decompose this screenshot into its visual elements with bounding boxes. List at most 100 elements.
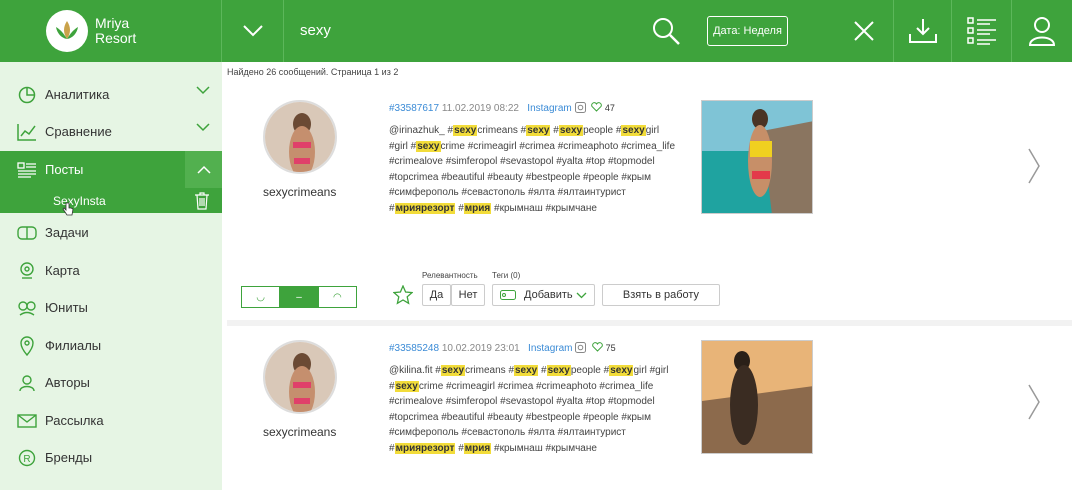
add-tag-label: Добавить: [524, 289, 573, 301]
search-button[interactable]: [636, 0, 696, 62]
sidebar-item-label: Рассылка: [45, 413, 104, 428]
svg-text:R: R: [23, 454, 30, 465]
sidebar-item-label: Филиалы: [45, 338, 102, 353]
search-highlight: sexy: [394, 380, 419, 392]
post-text-segment: people #: [583, 125, 622, 136]
search-icon: [653, 18, 680, 45]
search-highlight: sexy: [526, 125, 551, 136]
post-id-link[interactable]: #33585248: [389, 343, 439, 354]
search-highlight: sexy: [558, 125, 584, 136]
trash-icon[interactable]: [194, 191, 210, 210]
post-text-segment: crimeans #: [465, 365, 514, 376]
sidebar-item-tasks[interactable]: Задачи: [0, 214, 222, 251]
sidebar-item-authors[interactable]: Авторы: [0, 364, 222, 401]
avatar[interactable]: [263, 340, 337, 414]
add-tag-dropdown[interactable]: Добавить: [492, 284, 595, 306]
date-filter-button[interactable]: Дата: Неделя: [707, 16, 788, 46]
next-arrow-icon[interactable]: [1027, 147, 1041, 185]
heart-icon: [591, 102, 602, 112]
relevance-no-button[interactable]: Нет: [451, 284, 485, 306]
next-arrow-icon[interactable]: [1027, 383, 1041, 421]
sentiment-neutral-button[interactable]: –: [280, 287, 319, 307]
post-image[interactable]: [701, 340, 813, 454]
logo-text: Mriya Resort: [95, 16, 136, 46]
pie-chart-icon: [17, 85, 37, 105]
sidebar-item-mailing[interactable]: Рассылка: [0, 402, 222, 439]
sidebar-item-label: Задачи: [45, 225, 89, 240]
search-input[interactable]: sexy: [300, 22, 331, 39]
branch-icon: [17, 335, 37, 356]
search-highlight: sexy: [546, 365, 571, 376]
post-date: 10.02.2019 23:01: [441, 343, 520, 354]
chevron-down-icon: [576, 292, 587, 299]
sentiment-positive-button[interactable]: ◡: [242, 287, 281, 307]
search-highlight: мрия: [463, 442, 492, 454]
close-icon: [853, 21, 874, 41]
search-highlight: sexy: [416, 140, 441, 152]
lotus-logo-icon: [46, 10, 88, 52]
user-button[interactable]: [1012, 0, 1072, 62]
sidebar-item-brands[interactable]: R Бренды: [0, 439, 222, 476]
post-text-segment: #: [455, 202, 464, 214]
post-date: 11.02.2019 08:22: [441, 103, 519, 114]
sidebar: Аналитика Сравнение Посты SexyInsta Зада…: [0, 62, 222, 490]
authors-icon: [17, 373, 37, 393]
tags-label: Теги (0): [492, 271, 521, 280]
post-source[interactable]: Instagram: [528, 343, 572, 354]
map-pin-icon: [17, 261, 37, 281]
sentiment-toggle: ◡ – ◠: [241, 286, 357, 308]
units-icon: [17, 298, 37, 318]
author-name[interactable]: sexycrimeans: [263, 425, 336, 439]
sidebar-item-label: Аналитика: [45, 87, 110, 102]
logo[interactable]: Mriya Resort: [0, 0, 222, 62]
relevance-yes-button[interactable]: Да: [422, 284, 451, 306]
tag-icon: [500, 290, 516, 300]
sidebar-item-label: Авторы: [45, 375, 90, 390]
tasks-icon: [17, 223, 37, 243]
chevron-down-icon: [196, 123, 210, 132]
avatar[interactable]: [263, 100, 337, 174]
take-to-work-button[interactable]: Взять в работу: [602, 284, 720, 306]
sidebar-item-comparison[interactable]: Сравнение: [0, 113, 222, 150]
chevron-down-icon: [242, 25, 263, 37]
post-text-segment: #крымнаш #крымчане: [491, 442, 597, 454]
sidebar-item-label: Посты: [45, 162, 84, 177]
sidebar-item-analytics[interactable]: Аналитика: [0, 76, 222, 113]
post-source[interactable]: Instagram: [527, 103, 571, 114]
like-count: 47: [604, 103, 615, 113]
chevron-up-icon: [196, 165, 211, 174]
star-icon[interactable]: [393, 285, 413, 305]
sentiment-negative-button[interactable]: ◠: [319, 287, 356, 307]
post-text: @irinazhuk_ #sexycrimeans #sexy #sexypeo…: [389, 123, 679, 217]
search-dropdown-button[interactable]: [222, 0, 284, 62]
top-bar: Mriya Resort sexy Дата: Неделя: [0, 0, 1072, 62]
sidebar-item-units[interactable]: Юниты: [0, 289, 222, 326]
clear-search-button[interactable]: [834, 0, 894, 62]
post-text-segment: #: [455, 442, 464, 454]
download-icon: [908, 19, 937, 43]
post-text: @kilina.fit #sexycrimeans #sexy #sexypeo…: [389, 363, 679, 457]
logo-line2: Resort: [95, 30, 137, 46]
logo-line1: Mriya: [95, 15, 130, 31]
search-highlight: sexy: [514, 365, 539, 376]
sidebar-item-map[interactable]: Карта: [0, 252, 222, 289]
sidebar-subitem-sexyinsta[interactable]: SexyInsta: [0, 188, 222, 216]
download-button[interactable]: [894, 0, 952, 62]
sidebar-item-branches[interactable]: Филиалы: [0, 327, 222, 364]
search-highlight: мриярезорт: [394, 442, 456, 454]
post-id-link[interactable]: #33587617: [389, 103, 439, 114]
list-settings-button[interactable]: [952, 0, 1012, 62]
instagram-icon: [575, 342, 587, 353]
subitem-label: SexyInsta: [53, 193, 106, 208]
post-text-segment: #: [550, 125, 559, 136]
search-highlight: sexy: [609, 365, 634, 376]
sidebar-item-posts[interactable]: Посты: [0, 151, 222, 188]
mail-icon: [17, 411, 37, 431]
search-highlight: мрия: [463, 202, 492, 214]
chevron-down-icon: [196, 86, 210, 95]
post-image[interactable]: [701, 100, 813, 214]
post-meta: #33587617 11.02.2019 08:22 Instagram 47: [389, 102, 615, 114]
author-name[interactable]: sexycrimeans: [263, 185, 336, 199]
collapse-button[interactable]: [185, 151, 222, 188]
checklist-icon: [966, 17, 996, 45]
